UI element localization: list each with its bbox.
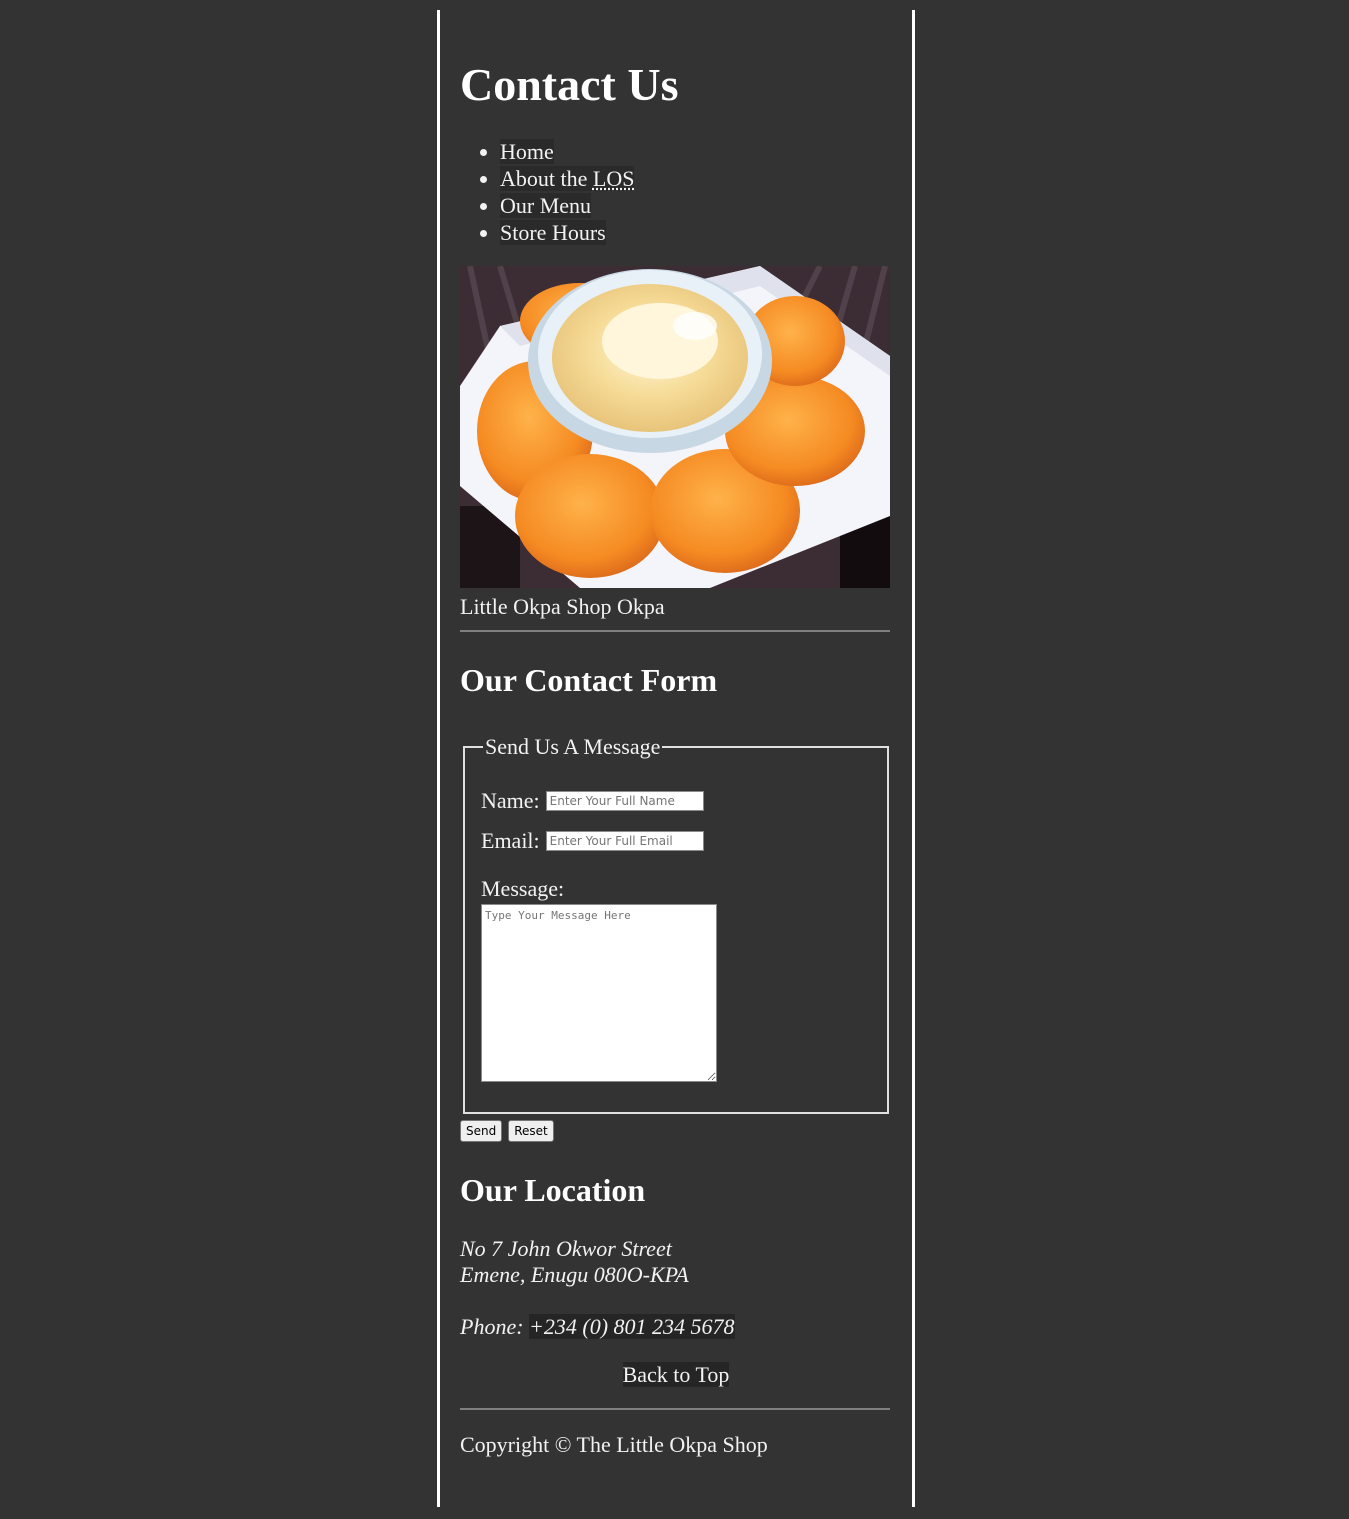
nav-link-home[interactable]: Home (500, 139, 554, 164)
nav-link-store-hours[interactable]: Store Hours (500, 220, 606, 245)
email-input[interactable] (545, 831, 704, 851)
okpa-image (460, 266, 890, 588)
phone-label: Phone: (460, 1314, 530, 1339)
nav-link-menu[interactable]: Our Menu (500, 193, 592, 218)
name-label: Name: (481, 788, 540, 813)
contact-form: Send Us A Message Name: Email: Message: … (460, 734, 892, 1142)
nav-item-store-hours: Store Hours (500, 219, 892, 246)
message-label: Message: (481, 876, 565, 901)
location-title: Our Location (460, 1172, 646, 1208)
send-button[interactable]: Send (460, 1120, 503, 1142)
page-container: Contact Us Home About the LOS Our Menu S… (437, 10, 915, 1507)
reset-button[interactable]: Reset (508, 1120, 554, 1142)
divider (460, 630, 890, 632)
nav-link-about-text: About the (500, 166, 593, 191)
los-abbreviation: LOS (592, 166, 635, 191)
address-line-1: No 7 John Okwor Street (460, 1236, 672, 1261)
nav-item-about: About the LOS (500, 165, 892, 192)
contact-form-title: Our Contact Form (460, 662, 718, 698)
email-label: Email: (481, 828, 540, 853)
message-textarea[interactable] (481, 904, 717, 1082)
photo-caption: Little Okpa Shop Okpa (460, 594, 665, 619)
phone-link[interactable]: +234 (0) 801 234 5678 (529, 1314, 735, 1339)
copyright-text: Copyright © The Little Okpa Shop (460, 1432, 768, 1457)
footer-divider (460, 1408, 890, 1410)
form-buttons: Send Reset (460, 1120, 892, 1142)
fieldset-legend: Send Us A Message (485, 734, 661, 759)
email-row: Email: (481, 828, 871, 854)
nav-item-home: Home (500, 138, 892, 165)
name-row: Name: (481, 788, 871, 814)
back-to-top-link[interactable]: Back to Top (622, 1362, 730, 1387)
nav-link-about[interactable]: About the LOS (500, 166, 635, 191)
back-to-top-row: Back to Top (460, 1362, 892, 1388)
page-title: Contact Us (460, 59, 679, 110)
main-nav: Home About the LOS Our Menu Store Hours (460, 138, 892, 246)
address: No 7 John Okwor Street Emene, Enugu 080O… (460, 1236, 892, 1288)
phone-line: Phone: +234 (0) 801 234 5678 (460, 1314, 892, 1340)
address-line-2: Emene, Enugu 080O-KPA (460, 1262, 689, 1287)
nav-item-menu: Our Menu (500, 192, 892, 219)
message-fieldset: Send Us A Message Name: Email: Message: (463, 734, 889, 1114)
name-input[interactable] (545, 791, 704, 811)
okpa-photo (460, 266, 890, 588)
